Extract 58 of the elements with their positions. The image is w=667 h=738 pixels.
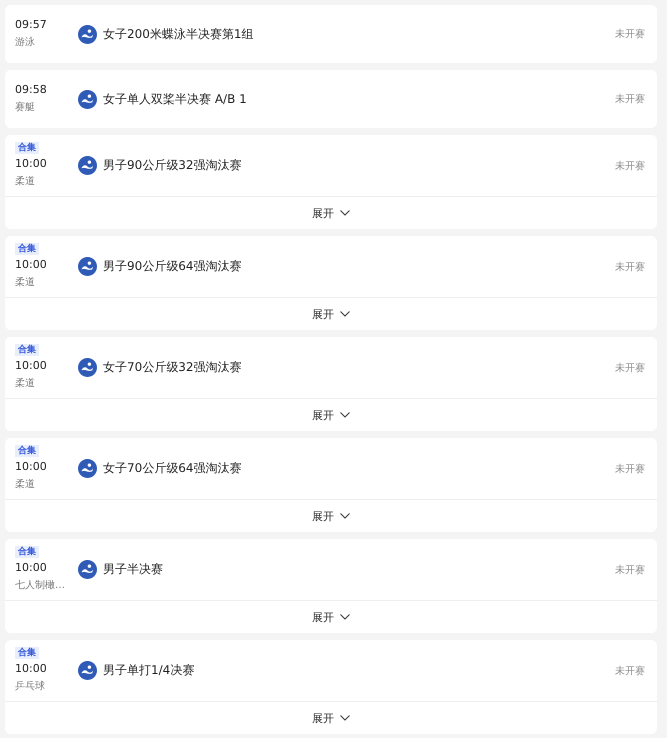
event-title[interactable]: 女子200米蝶泳半决赛第1组 <box>103 26 615 42</box>
event-title[interactable]: 男子90公斤级32强淘汰赛 <box>103 157 615 174</box>
event-time: 10:00 <box>15 258 47 272</box>
match-status: 未开赛 <box>615 260 645 274</box>
match-status: 未开赛 <box>615 462 645 476</box>
expand-button[interactable]: 展开 <box>312 206 350 220</box>
event-time: 09:58 <box>15 83 47 97</box>
event-title[interactable]: 女子70公斤级32强淘汰赛 <box>103 359 615 376</box>
collection-badge: 合集 <box>15 142 39 154</box>
sport-icon <box>78 156 97 175</box>
event-title[interactable]: 女子70公斤级64强淘汰赛 <box>103 460 615 477</box>
collection-badge: 合集 <box>15 344 39 356</box>
event-time: 10:00 <box>15 359 47 373</box>
collection-badge: 合集 <box>15 546 39 558</box>
collection-badge: 合集 <box>15 647 39 659</box>
sport-icon <box>78 358 97 377</box>
match-status: 未开赛 <box>615 92 645 106</box>
chevron-down-icon <box>340 513 350 519</box>
sport-name: 柔道 <box>15 276 35 290</box>
chevron-down-icon <box>340 412 350 418</box>
expand-button[interactable]: 展开 <box>312 508 350 524</box>
sport-icon <box>78 90 97 108</box>
match-status: 未开赛 <box>615 362 645 374</box>
sport-name: 赛艇 <box>15 101 35 115</box>
event-time: 10:00 <box>15 157 47 171</box>
chevron-down-icon <box>340 210 350 216</box>
sport-name: 七人制橄… <box>15 579 65 593</box>
event-title[interactable]: 女子单人双桨半决赛 A/B 1 <box>103 90 615 108</box>
chevron-down-icon <box>340 715 350 721</box>
match-status: 未开赛 <box>615 564 645 576</box>
sport-icon <box>78 24 97 44</box>
sport-icon <box>78 459 97 478</box>
event-time: 10:00 <box>15 561 47 575</box>
event-time: 10:00 <box>15 662 47 676</box>
event-title[interactable]: 男子90公斤级64强淘汰赛 <box>103 258 615 275</box>
sport-icon <box>78 560 97 579</box>
sport-icon <box>78 661 97 680</box>
expand-button[interactable]: 展开 <box>312 710 350 726</box>
expand-button[interactable]: 展开 <box>312 306 350 322</box>
expand-button[interactable]: 展开 <box>312 610 350 624</box>
sport-name: 游泳 <box>15 36 35 50</box>
sport-name: 乒乓球 <box>15 680 45 694</box>
collection-badge: 合集 <box>15 445 39 457</box>
chevron-down-icon <box>340 311 350 317</box>
sport-name: 柔道 <box>15 377 35 391</box>
match-status: 未开赛 <box>615 664 645 678</box>
chevron-down-icon <box>340 614 350 620</box>
event-time: 09:57 <box>15 18 47 32</box>
collection-badge: 合集 <box>15 243 39 255</box>
sport-name: 柔道 <box>15 478 35 492</box>
sport-name: 柔道 <box>15 175 35 189</box>
expand-button[interactable]: 展开 <box>312 408 350 422</box>
sport-icon <box>78 257 97 276</box>
match-status: 未开赛 <box>615 28 645 41</box>
event-time: 10:00 <box>15 460 47 474</box>
match-status: 未开赛 <box>615 160 645 172</box>
event-title[interactable]: 男子半决赛 <box>103 561 615 578</box>
event-title[interactable]: 男子单打1/4决赛 <box>103 662 615 679</box>
